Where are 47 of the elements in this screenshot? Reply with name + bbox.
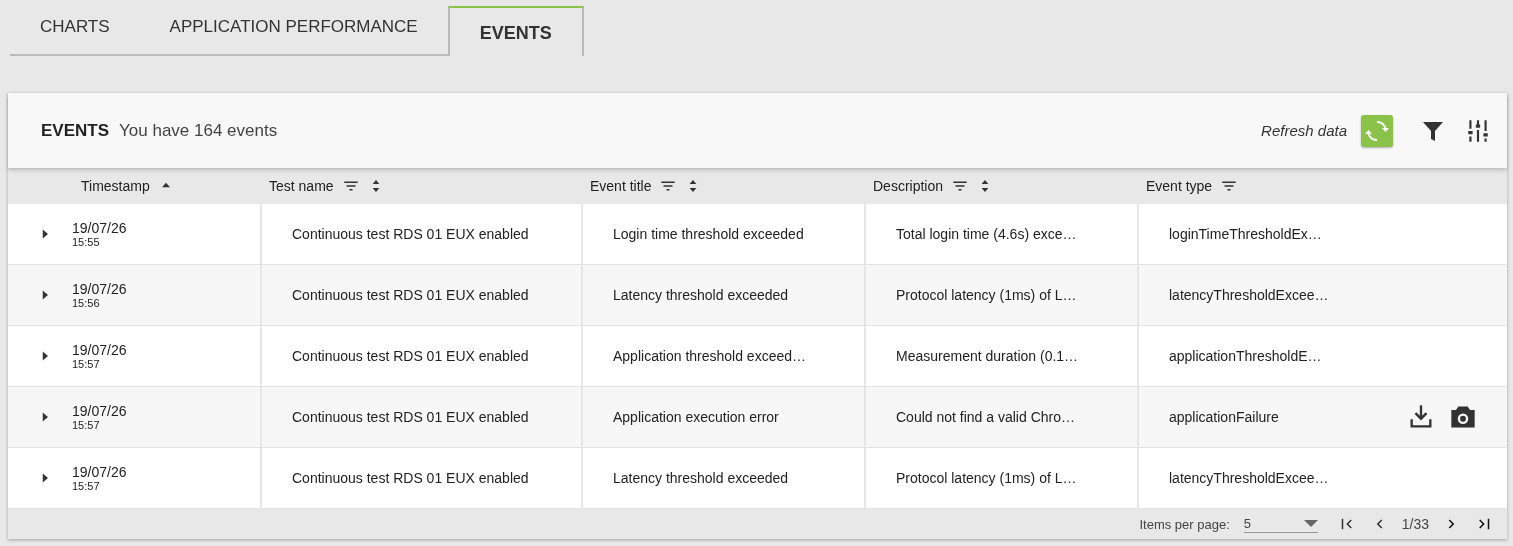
- table-cell: Continuous test RDS 01 EUX enabled: [292, 470, 529, 486]
- date-text: 19/07/26: [72, 342, 127, 358]
- date-text: 19/07/26: [72, 220, 127, 236]
- tab[interactable]: CHARTS: [10, 6, 140, 56]
- time-text: 15:57: [72, 358, 100, 370]
- table-cell: Total login time (4.6s) exce…: [896, 226, 1077, 242]
- table-cell: Continuous test RDS 01 EUX enabled: [292, 348, 529, 364]
- table-cell: Application execution error: [613, 409, 779, 425]
- page-range: 1/33: [1401, 516, 1429, 532]
- table-cell: loginTimeThresholdEx…: [1169, 226, 1322, 242]
- table-cell: Latency threshold exceeded: [613, 287, 789, 303]
- page-size-select[interactable]: 5: [1243, 515, 1318, 533]
- table-cell: applicationThresholdE…: [1169, 348, 1322, 364]
- table-cell: Continuous test RDS 01 EUX enabled: [292, 409, 529, 425]
- table-cell: Application threshold exceed…: [613, 348, 806, 364]
- table-cell: applicationFailure: [1169, 409, 1279, 425]
- sliders-icon[interactable]: [1465, 117, 1491, 144]
- table-cell: Continuous test RDS 01 EUX enabled: [292, 226, 529, 242]
- panel-title: EVENTS: [41, 120, 110, 141]
- date-text: 19/07/26: [72, 281, 127, 297]
- column-header[interactable]: Timestamp: [81, 178, 150, 194]
- tab[interactable]: APPLICATION PERFORMANCE: [139, 6, 448, 56]
- table-cell: Measurement duration (0.1…: [896, 348, 1079, 364]
- table-cell: Protocol latency (1ms) of L…: [896, 287, 1077, 303]
- tab[interactable]: EVENTS: [447, 6, 584, 56]
- event-count: You have 164 events: [119, 120, 278, 141]
- table-cell: Could not find a valid Chro…: [896, 409, 1075, 425]
- column-header[interactable]: Description: [873, 178, 944, 194]
- table-cell: latencyThresholdExcee…: [1169, 287, 1329, 303]
- items-per-page-label: Items per page:: [1139, 516, 1230, 532]
- column-header[interactable]: Test name: [269, 178, 334, 194]
- time-text: 15:55: [72, 236, 100, 248]
- time-text: 15:57: [72, 419, 100, 431]
- table-cell: Login time threshold exceeded: [613, 226, 804, 242]
- time-text: 15:56: [72, 297, 100, 309]
- column-header[interactable]: Event type: [1146, 178, 1213, 194]
- date-text: 19/07/26: [72, 464, 127, 480]
- time-text: 15:57: [72, 480, 100, 492]
- table-cell: latencyThresholdExcee…: [1169, 470, 1329, 486]
- date-text: 19/07/26: [72, 403, 127, 419]
- table-cell: Continuous test RDS 01 EUX enabled: [292, 287, 529, 303]
- refresh-icon: [1365, 118, 1389, 143]
- table-cell: Protocol latency (1ms) of L…: [896, 470, 1077, 486]
- table-cell: Latency threshold exceeded: [613, 470, 789, 486]
- column-header[interactable]: Event title: [590, 178, 652, 194]
- dropdown-caret-icon: [1303, 520, 1318, 527]
- refresh-label: Refresh data: [1261, 122, 1347, 139]
